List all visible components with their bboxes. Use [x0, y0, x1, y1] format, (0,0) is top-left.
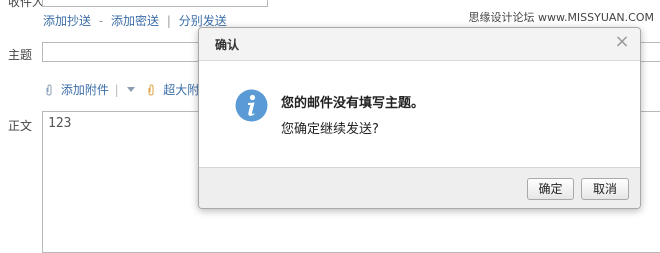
ok-button[interactable]: 确定 [527, 178, 574, 200]
dialog-title: 确认 [215, 38, 240, 52]
confirm-dialog: 确认 × 您的邮件没有填写主题。 您确定继续发送? 确定 取消 [198, 27, 641, 209]
attachment-toolbar: 添加附件 | 超大附件 [44, 81, 211, 98]
dialog-body: 您的邮件没有填写主题。 您确定继续发送? [199, 61, 640, 167]
add-cc-link[interactable]: 添加抄送 [43, 14, 91, 28]
add-bcc-link[interactable]: 添加密送 [111, 14, 159, 28]
paperclip-icon [148, 83, 154, 96]
subject-label: 主题 [8, 48, 33, 62]
dialog-message: 您的邮件没有填写主题。 [281, 96, 425, 111]
dialog-question: 您确定继续发送? [281, 122, 379, 137]
link-separator: | [166, 14, 171, 28]
add-attachment-button[interactable]: 添加附件 [61, 83, 109, 97]
dialog-footer: 确定 取消 [199, 167, 640, 208]
watermark: 思缘设计论坛 www.MISSYUAN.COM [468, 9, 654, 25]
recipient-input[interactable] [42, 0, 268, 7]
paperclip-icon [46, 83, 52, 96]
dialog-header: 确认 × [199, 28, 640, 61]
recipient-label: 收件人 [8, 0, 45, 9]
info-icon [235, 89, 268, 122]
send-separately-link[interactable]: 分别发送 [179, 14, 227, 28]
link-separator: - [98, 14, 104, 28]
close-icon[interactable]: × [614, 33, 630, 51]
chevron-down-icon[interactable] [126, 87, 135, 92]
body-text: 123 [48, 116, 72, 131]
cancel-button[interactable]: 取消 [581, 178, 629, 200]
attachment-divider: | [114, 82, 119, 97]
body-label: 正文 [8, 119, 33, 133]
